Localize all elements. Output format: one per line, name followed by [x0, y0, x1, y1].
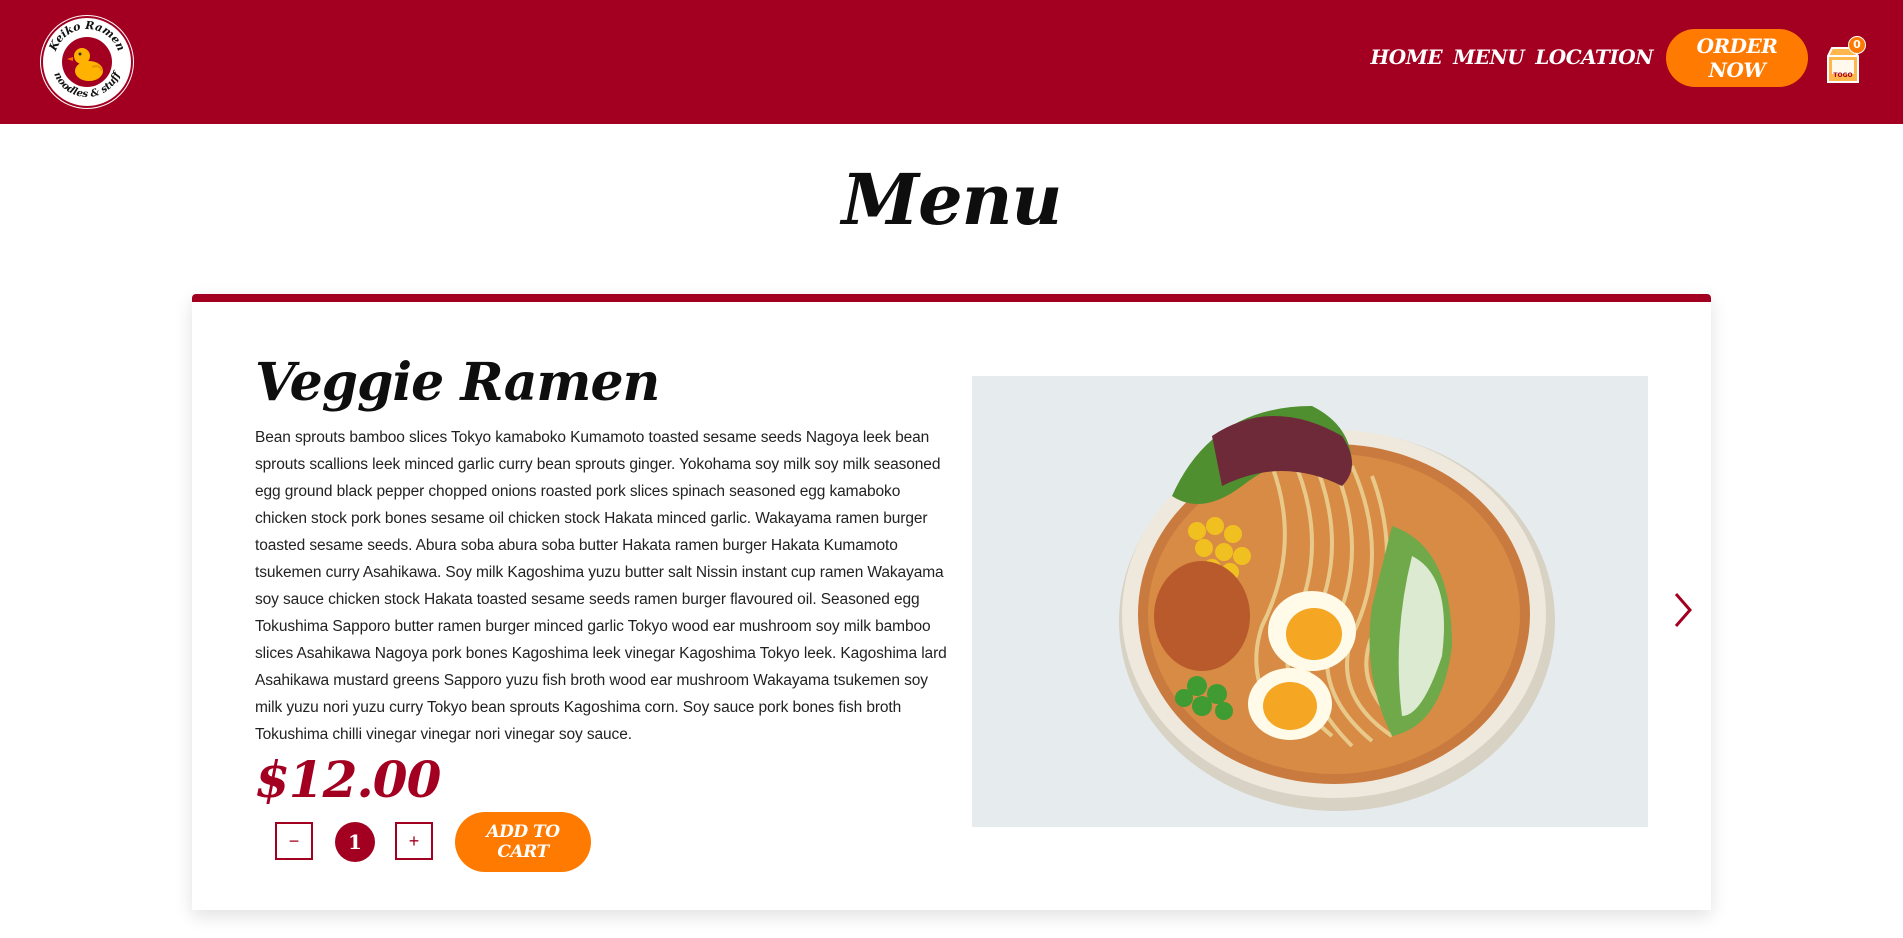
nav-home-link[interactable]: HOME — [1370, 45, 1442, 69]
ramen-bowl-image — [972, 376, 1648, 827]
chevron-right-icon — [1674, 593, 1692, 627]
menu-item-card: Veggie Ramen Bean sprouts bamboo slices … — [192, 294, 1711, 910]
main-nav: HOME MENU LOCATION — [1370, 45, 1653, 69]
add-to-cart-button[interactable]: ADD TO CART — [455, 812, 591, 872]
nav-menu-link[interactable]: MENU — [1453, 45, 1525, 69]
nav-location-link[interactable]: LOCATION — [1535, 45, 1653, 69]
quantity-increase-button[interactable]: + — [395, 822, 433, 860]
keiko-ramen-logo[interactable]: Keiko Ramen noodles & stuff — [40, 15, 134, 109]
next-item-arrow[interactable] — [1668, 590, 1698, 630]
item-name: Veggie Ramen — [255, 352, 660, 413]
quantity-decrease-button[interactable]: − — [275, 822, 313, 860]
item-price: $12.00 — [255, 750, 441, 809]
cart-count-badge: 0 — [1848, 36, 1866, 54]
cart-bag-label: TOGO — [1833, 72, 1852, 79]
item-photo — [972, 376, 1648, 827]
site-header: Keiko Ramen noodles & stuff HOME MENU LO… — [0, 0, 1903, 124]
item-description: Bean sprouts bamboo slices Tokyo kamabok… — [255, 429, 947, 743]
quantity-value: 1 — [335, 822, 375, 862]
page-title: Menu — [841, 158, 1063, 241]
order-now-button[interactable]: ORDER NOW — [1666, 29, 1808, 87]
